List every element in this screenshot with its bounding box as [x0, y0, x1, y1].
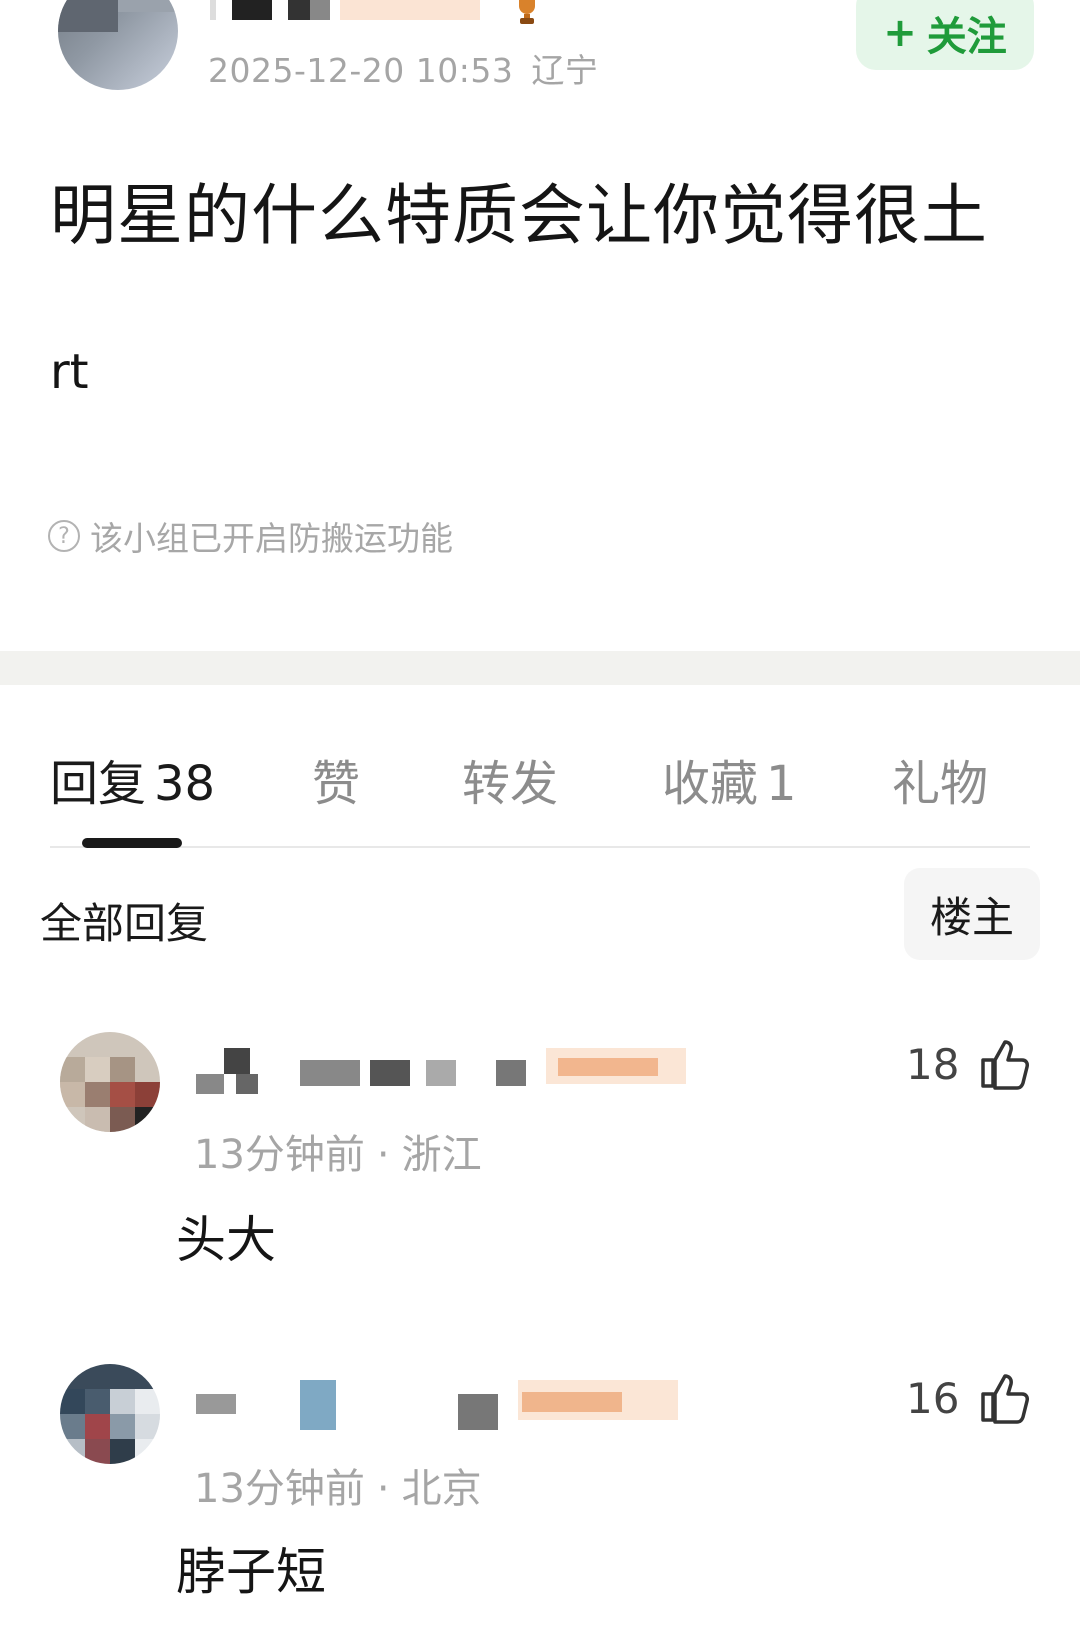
- comment-text: 头大: [176, 1211, 276, 1269]
- comment-time: 13分钟前: [194, 1466, 365, 1512]
- op-only-button[interactable]: 楼主: [904, 868, 1040, 960]
- comment-text: 脖子短: [176, 1543, 326, 1601]
- comment-username[interactable]: [196, 1048, 716, 1098]
- tab-likes-label: 赞: [312, 756, 361, 812]
- like-count: 18: [906, 1039, 960, 1089]
- tab-replies-label: 回复: [50, 756, 147, 812]
- tab-replies[interactable]: 回复 38: [50, 744, 215, 814]
- thumbs-up-icon: [981, 1374, 1030, 1424]
- tab-reposts[interactable]: 转发: [462, 744, 558, 814]
- follow-label: 关注: [926, 14, 1007, 60]
- tab-reposts-label: 转发: [462, 756, 559, 812]
- tab-gifts-label: 礼物: [892, 756, 989, 812]
- like-count: 16: [906, 1373, 960, 1423]
- all-replies-filter[interactable]: 全部回复: [40, 890, 208, 951]
- anti-repost-notice[interactable]: ? 该小组已开启防搬运功能: [48, 512, 453, 560]
- thumbs-up-icon: [981, 1040, 1030, 1090]
- author-avatar[interactable]: [58, 0, 178, 90]
- post-meta: 2025-12-20 10:53 辽宁: [208, 44, 598, 92]
- notice-text: 该小组已开启防搬运功能: [90, 519, 453, 558]
- meta-separator: ·: [376, 1466, 390, 1512]
- meta-separator: ·: [376, 1132, 390, 1178]
- post-tabs: 回复 38 赞 转发 收藏 1 礼物: [50, 744, 1030, 814]
- post-title: 明星的什么特质会让你觉得很土: [50, 177, 988, 254]
- comment-avatar[interactable]: [60, 1032, 160, 1132]
- section-divider: [0, 651, 1080, 685]
- comment-meta: 13分钟前 · 北京: [194, 1456, 482, 1514]
- plus-icon: +: [883, 10, 917, 56]
- comment-location: 浙江: [401, 1132, 482, 1178]
- comment-meta: 13分钟前 · 浙江: [194, 1122, 482, 1180]
- comment-like-button[interactable]: 18: [906, 1036, 1033, 1092]
- post-time: 2025-12-20 10:53: [208, 51, 514, 90]
- post-body: rt: [50, 344, 89, 400]
- comment-location: 北京: [401, 1466, 482, 1512]
- question-circle-icon: ?: [48, 520, 80, 552]
- comment-time: 13分钟前: [194, 1132, 365, 1178]
- tab-collections-count: 1: [766, 756, 797, 812]
- level-badge-icon: [514, 0, 540, 26]
- author-name[interactable]: [210, 0, 540, 22]
- comment-avatar[interactable]: [60, 1364, 160, 1464]
- tab-gifts[interactable]: 礼物: [892, 744, 988, 814]
- comment-like-button[interactable]: 16: [906, 1370, 1033, 1426]
- tab-collections[interactable]: 收藏 1: [662, 744, 797, 814]
- post-location: 辽宁: [531, 51, 599, 90]
- tab-replies-count: 38: [154, 756, 216, 812]
- tab-likes[interactable]: 赞: [312, 744, 360, 814]
- tabs-divider: [50, 846, 1030, 848]
- follow-button[interactable]: + 关注: [856, 0, 1034, 70]
- tab-collections-label: 收藏: [662, 756, 759, 812]
- active-tab-indicator: [82, 838, 182, 848]
- comment-username[interactable]: [196, 1380, 696, 1430]
